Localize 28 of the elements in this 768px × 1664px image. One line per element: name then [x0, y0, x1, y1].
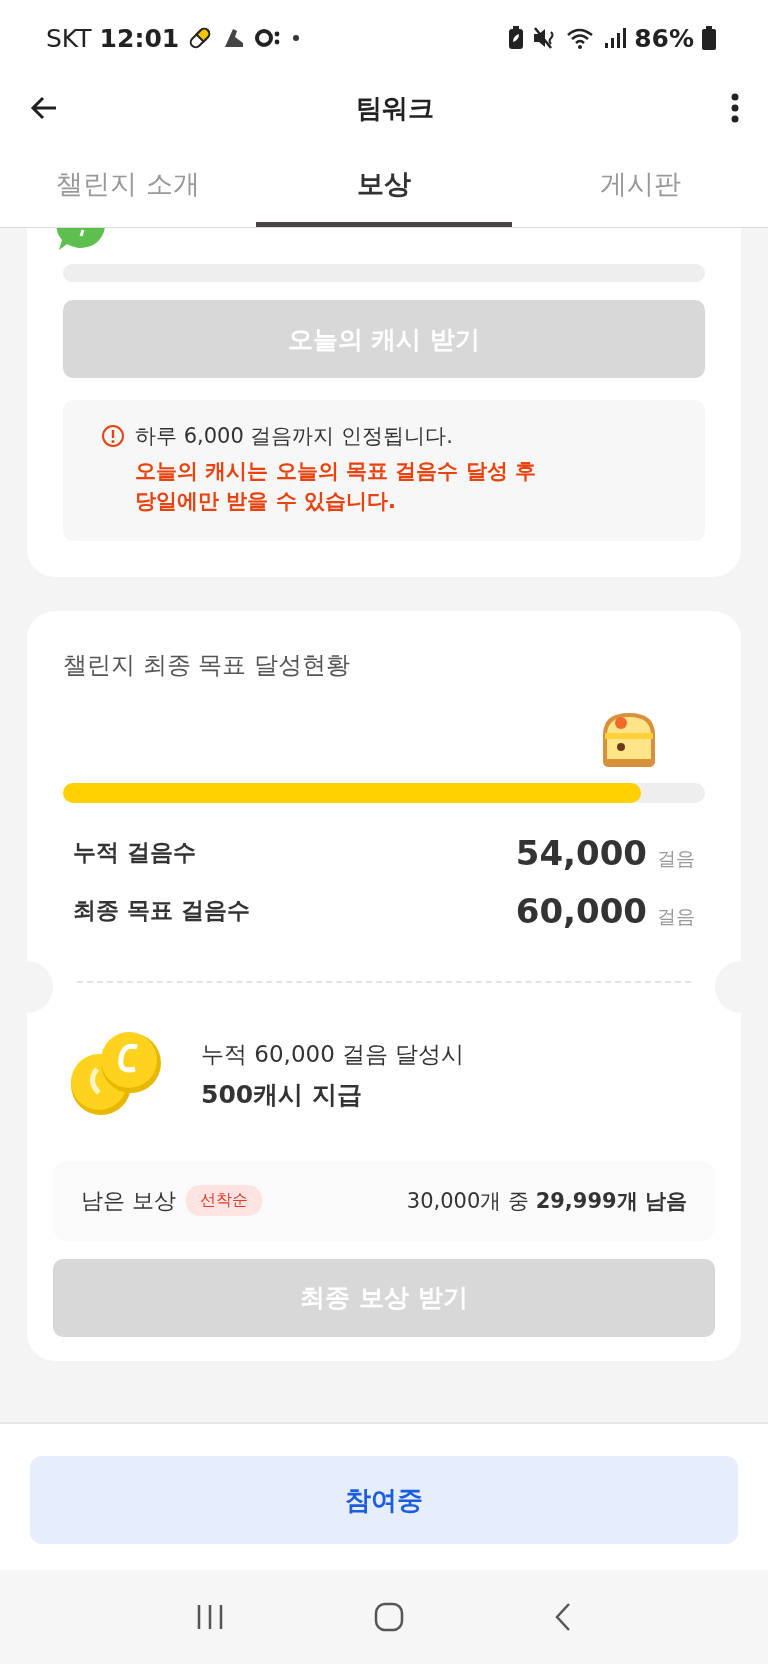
- stat-unit: 걸음: [657, 845, 695, 871]
- stat-unit: 걸음: [657, 903, 695, 929]
- home-icon[interactable]: [374, 1602, 404, 1632]
- stat-label: 최종 목표 걸음수: [73, 896, 250, 926]
- warning-text: 오늘의 캐시는 오늘의 목표 걸음수 달성 후 당일에만 받을 수 있습니다.: [135, 458, 536, 516]
- page-title: 팀워크: [356, 91, 434, 125]
- notice-text: 하루 6,000 걸음까지 인정됩니다.: [135, 423, 454, 450]
- clock-time: 12:01: [99, 23, 180, 53]
- carrier-name: SKT: [46, 23, 92, 53]
- stat-label: 누적 걸음수: [73, 838, 196, 868]
- stat-value: 60,000: [515, 890, 647, 931]
- signal-icon: [604, 27, 627, 49]
- warning-icon: [101, 424, 125, 448]
- battery-percent: 86%: [634, 23, 694, 53]
- dot-icon: [291, 33, 302, 43]
- tab[interactable]: 챌린지 소개: [0, 140, 256, 227]
- participating-button[interactable]: 참여중: [30, 1456, 738, 1544]
- remaining-label: 남은 보상: [81, 1186, 176, 1215]
- reward-amount: 500캐시 지급: [201, 1078, 363, 1111]
- reward-condition: 누적 60,000 걸음 달성시: [201, 1039, 465, 1069]
- remaining-count: 30,000개 중 29,999개 남음: [406, 1187, 687, 1215]
- battery-saver-icon: [508, 26, 525, 50]
- tab[interactable]: 게시판: [512, 140, 768, 227]
- stat-value: 54,000: [515, 832, 647, 873]
- card-title: 챌린지 최종 목표 달성현황: [63, 649, 351, 681]
- battery-icon: [702, 26, 716, 50]
- first-come-badge: 선착순: [186, 1185, 262, 1217]
- more-menu-icon[interactable]: [730, 93, 740, 123]
